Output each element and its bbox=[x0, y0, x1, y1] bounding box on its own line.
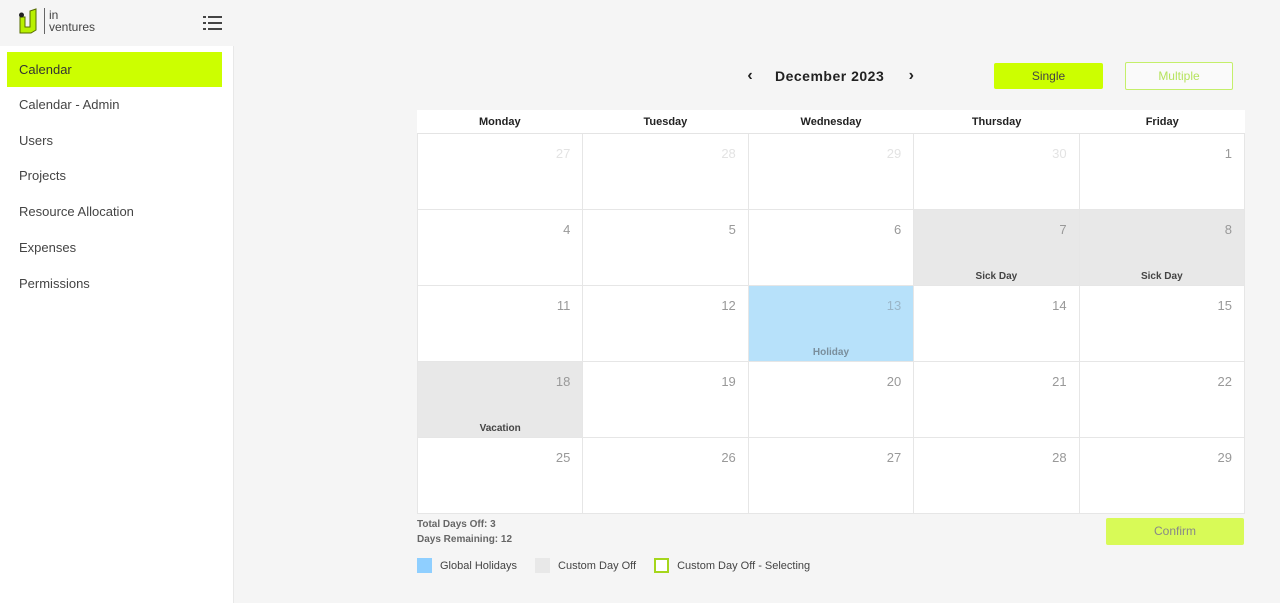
days-off-summary: Total Days Off: 3 Days Remaining: 12 bbox=[417, 517, 512, 547]
legend-label: Custom Day Off - Selecting bbox=[677, 559, 811, 572]
day-cell[interactable]: 19 bbox=[583, 362, 748, 437]
month-navigator: ‹ December 2023 › bbox=[740, 62, 921, 90]
day-number: 8 bbox=[1224, 222, 1232, 237]
day-cell[interactable]: 20 bbox=[748, 362, 914, 437]
single-mode-button[interactable]: Single bbox=[994, 63, 1103, 89]
day-cell[interactable]: 21 bbox=[914, 362, 1079, 437]
day-number: 28 bbox=[1052, 450, 1067, 465]
day-cell[interactable]: 27 bbox=[418, 134, 583, 209]
day-number: 28 bbox=[721, 146, 736, 161]
day-cell[interactable]: 6 bbox=[748, 210, 914, 285]
day-cell[interactable]: 4 bbox=[418, 210, 583, 285]
day-number: 4 bbox=[563, 222, 571, 237]
day-cell-custom[interactable]: 8 Sick Day bbox=[1079, 210, 1244, 285]
legend-swatch-holiday bbox=[417, 558, 432, 573]
day-cell-holiday[interactable]: 13 Holiday bbox=[748, 286, 914, 361]
logo-text: in ventures bbox=[49, 9, 95, 33]
legend-custom-selecting: Custom Day Off - Selecting bbox=[654, 558, 810, 573]
weekday-wednesday: Wednesday bbox=[800, 116, 862, 128]
day-cell[interactable]: 28 bbox=[583, 134, 748, 209]
sidebar-item-permissions[interactable]: Permissions bbox=[7, 266, 222, 301]
day-cell[interactable]: 28 bbox=[914, 438, 1079, 513]
legend-swatch-selecting bbox=[654, 558, 670, 573]
day-number: 13 bbox=[886, 298, 902, 313]
days-remaining: Days Remaining: 12 bbox=[417, 534, 513, 545]
day-cell[interactable]: 15 bbox=[1079, 286, 1244, 361]
legend-global-holidays: Global Holidays bbox=[417, 558, 517, 573]
day-number: 18 bbox=[555, 374, 571, 389]
weekday-thursday: Thursday bbox=[971, 116, 1022, 128]
day-number: 26 bbox=[721, 450, 736, 465]
chevron-left-icon[interactable]: ‹ bbox=[740, 67, 760, 85]
total-days-off: Total Days Off: 3 bbox=[417, 519, 496, 530]
legend-label: Global Holidays bbox=[440, 559, 518, 572]
day-number: 29 bbox=[886, 146, 902, 161]
month-label: December 2023 bbox=[775, 68, 885, 84]
day-number: 12 bbox=[721, 298, 736, 313]
day-cell[interactable]: 11 bbox=[418, 286, 583, 361]
day-number: 6 bbox=[893, 222, 902, 237]
logo[interactable]: in ventures bbox=[17, 8, 95, 34]
sidebar-item-projects[interactable]: Projects bbox=[7, 158, 222, 193]
logo-text-line2: ventures bbox=[49, 20, 96, 34]
weekday-header: Monday Tuesday Wednesday Thursday Friday bbox=[417, 110, 1245, 134]
day-number: 20 bbox=[886, 374, 902, 389]
day-cell[interactable]: 5 bbox=[583, 210, 748, 285]
logo-icon bbox=[19, 8, 37, 34]
day-cell[interactable]: 30 bbox=[914, 134, 1079, 209]
day-number: 25 bbox=[555, 450, 571, 465]
weekday-tuesday: Tuesday bbox=[643, 116, 688, 128]
day-off-label: Holiday bbox=[812, 347, 850, 358]
calendar-grid: 27 28 29 30 1 4 5 6 7 Sick Day 8 Sick Day 11 12 13 Holi… bbox=[417, 134, 1245, 514]
menu-toggle-icon[interactable] bbox=[203, 16, 222, 30]
logo-divider bbox=[44, 8, 45, 34]
day-off-label: Sick Day bbox=[1140, 271, 1183, 282]
legend-custom-day-off: Custom Day Off bbox=[535, 558, 636, 573]
day-number: 14 bbox=[1052, 298, 1067, 313]
day-cell-custom[interactable]: 7 Sick Day bbox=[914, 210, 1079, 285]
day-cell[interactable]: 25 bbox=[418, 438, 583, 513]
day-cell-custom[interactable]: 18 Vacation bbox=[418, 362, 583, 437]
weekday-friday: Friday bbox=[1145, 116, 1179, 128]
day-number: 5 bbox=[728, 222, 736, 237]
day-cell[interactable]: 29 bbox=[1079, 438, 1244, 513]
day-off-label: Sick Day bbox=[975, 271, 1018, 282]
day-number: 19 bbox=[721, 374, 736, 389]
day-cell[interactable]: 22 bbox=[1079, 362, 1244, 437]
day-number: 22 bbox=[1217, 374, 1232, 389]
sidebar-item-calendar-admin[interactable]: Calendar - Admin bbox=[7, 87, 222, 122]
day-number: 15 bbox=[1217, 298, 1232, 313]
day-cell[interactable]: 12 bbox=[583, 286, 748, 361]
legend: Global Holidays Custom Day Off Custom Da… bbox=[417, 558, 828, 573]
chevron-right-icon[interactable]: › bbox=[901, 67, 921, 85]
weekday-monday: Monday bbox=[479, 116, 521, 128]
day-number: 11 bbox=[556, 298, 571, 313]
legend-label: Custom Day Off bbox=[558, 559, 637, 572]
day-cell[interactable]: 14 bbox=[914, 286, 1079, 361]
day-cell[interactable]: 26 bbox=[583, 438, 748, 513]
day-number: 27 bbox=[886, 450, 902, 465]
sidebar: Calendar Calendar - Admin Users Projects… bbox=[0, 46, 234, 603]
day-number: 30 bbox=[1052, 146, 1067, 161]
sidebar-item-expenses[interactable]: Expenses bbox=[7, 230, 222, 265]
day-number: 21 bbox=[1052, 374, 1067, 389]
day-number: 1 bbox=[1224, 146, 1232, 161]
top-bar: in ventures bbox=[0, 0, 1280, 46]
sidebar-item-calendar[interactable]: Calendar bbox=[7, 52, 222, 87]
legend-swatch-custom bbox=[535, 558, 551, 573]
multiple-mode-button[interactable]: Multiple bbox=[1125, 62, 1233, 90]
sidebar-item-users[interactable]: Users bbox=[7, 123, 222, 158]
day-number: 27 bbox=[555, 146, 571, 161]
sidebar-item-resource-allocation[interactable]: Resource Allocation bbox=[7, 194, 222, 229]
day-cell[interactable]: 1 bbox=[1079, 134, 1244, 209]
calendar: Monday Tuesday Wednesday Thursday Friday… bbox=[417, 110, 1245, 514]
confirm-button[interactable]: Confirm bbox=[1106, 518, 1244, 545]
day-off-label: Vacation bbox=[479, 423, 521, 434]
day-number: 29 bbox=[1217, 450, 1232, 465]
day-number: 7 bbox=[1059, 222, 1067, 237]
day-cell[interactable]: 29 bbox=[748, 134, 914, 209]
day-cell[interactable]: 27 bbox=[748, 438, 914, 513]
